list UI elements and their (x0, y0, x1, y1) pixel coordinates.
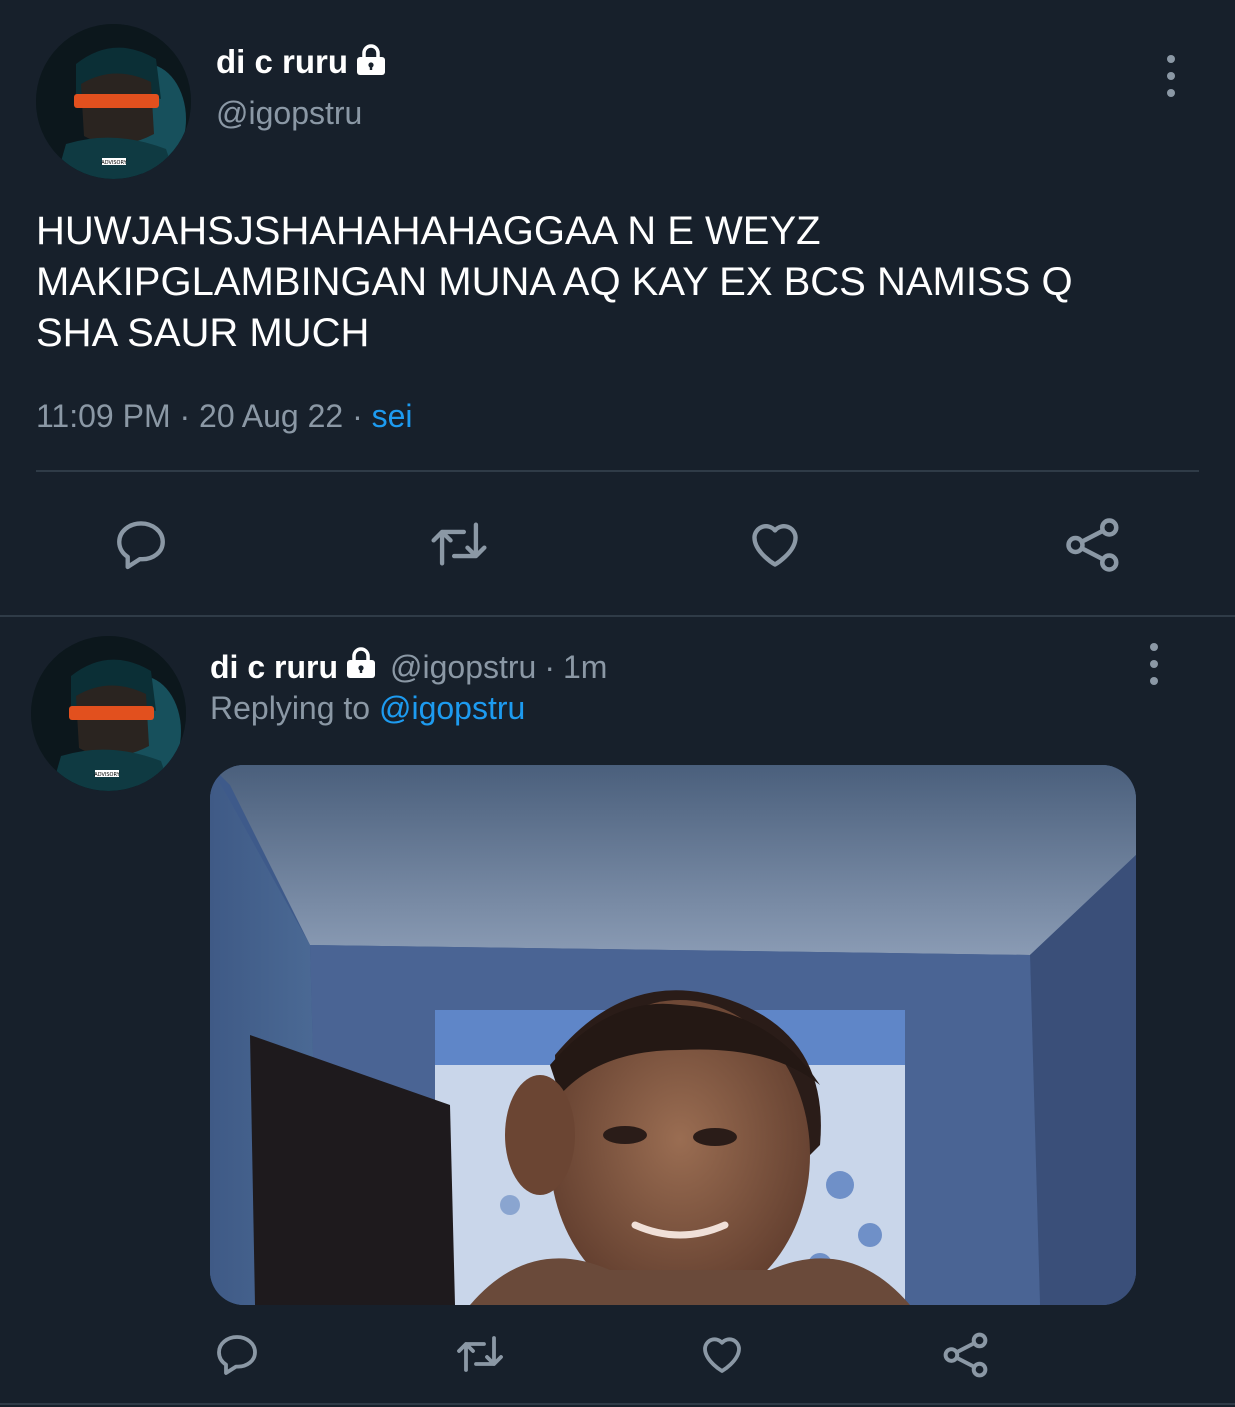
divider (0, 615, 1235, 617)
share-button[interactable] (1063, 515, 1123, 575)
retweet-icon (457, 1336, 503, 1372)
separator: · (352, 398, 363, 434)
heart-icon (703, 1337, 741, 1373)
replying-to-label: Replying to (210, 690, 371, 726)
tweet-text-line: SHA SAUR MUCH (36, 311, 370, 355)
svg-text:ADVISORY: ADVISORY (101, 160, 127, 166)
reply-age[interactable]: 1m (563, 649, 607, 686)
share-icon (1066, 518, 1119, 572)
tweet-metadata: 11:09 PM · 20 Aug 22 · sei (36, 398, 413, 435)
separator: · (544, 648, 555, 685)
more-options-button[interactable] (1160, 55, 1182, 97)
tweet-text-line: MAKIPGLAMBINGAN MUNA AQ KAY EX BCS NAMIS… (36, 260, 1073, 304)
lock-icon (344, 646, 378, 688)
tweet-text: HUWJAHSJSHAHAHAHAGGAA N E WEYZ MAKIPGLAM… (36, 206, 1073, 359)
display-name[interactable]: di c ruru (210, 649, 338, 686)
replying-to: Replying to @igopstru (210, 690, 525, 727)
handle[interactable]: @igopstru (216, 95, 362, 132)
more-vertical-icon (1167, 55, 1175, 63)
reply-header: di c ruru @igopstru · 1m (210, 645, 607, 689)
tweet-source-link[interactable]: sei (372, 398, 413, 434)
tweet-author: di c ruru (216, 40, 388, 84)
retweet-icon (431, 522, 487, 566)
reply-icon (117, 521, 165, 570)
retweet-button[interactable] (453, 1330, 507, 1378)
reply-button[interactable] (213, 1330, 261, 1378)
reply-icon (217, 1335, 257, 1375)
more-options-button[interactable] (1143, 643, 1165, 685)
tweet-text-line: HUWJAHSJSHAHAHAHAGGAA N E WEYZ (36, 209, 821, 253)
share-button[interactable] (941, 1330, 991, 1380)
heart-icon (752, 524, 798, 567)
avatar[interactable]: ADVISORY (31, 636, 186, 791)
like-button[interactable] (746, 515, 804, 573)
like-button[interactable] (698, 1330, 746, 1378)
handle[interactable]: @igopstru (390, 649, 536, 686)
reply-button[interactable] (112, 515, 170, 573)
svg-text:ADVISORY: ADVISORY (94, 772, 120, 778)
lock-icon (354, 43, 388, 82)
tweet-time[interactable]: 11:09 PM (36, 398, 171, 434)
share-icon (943, 1332, 988, 1378)
divider (0, 1403, 1235, 1405)
separator: · (179, 398, 191, 434)
replying-to-handle-link[interactable]: @igopstru (379, 690, 525, 726)
retweet-button[interactable] (427, 515, 491, 573)
divider (36, 470, 1199, 472)
more-vertical-icon (1150, 643, 1158, 651)
attached-photo[interactable] (210, 765, 1136, 1305)
avatar[interactable]: ADVISORY (36, 24, 191, 179)
display-name[interactable]: di c ruru (216, 43, 348, 81)
tweet-date[interactable]: 20 Aug 22 (199, 398, 343, 434)
